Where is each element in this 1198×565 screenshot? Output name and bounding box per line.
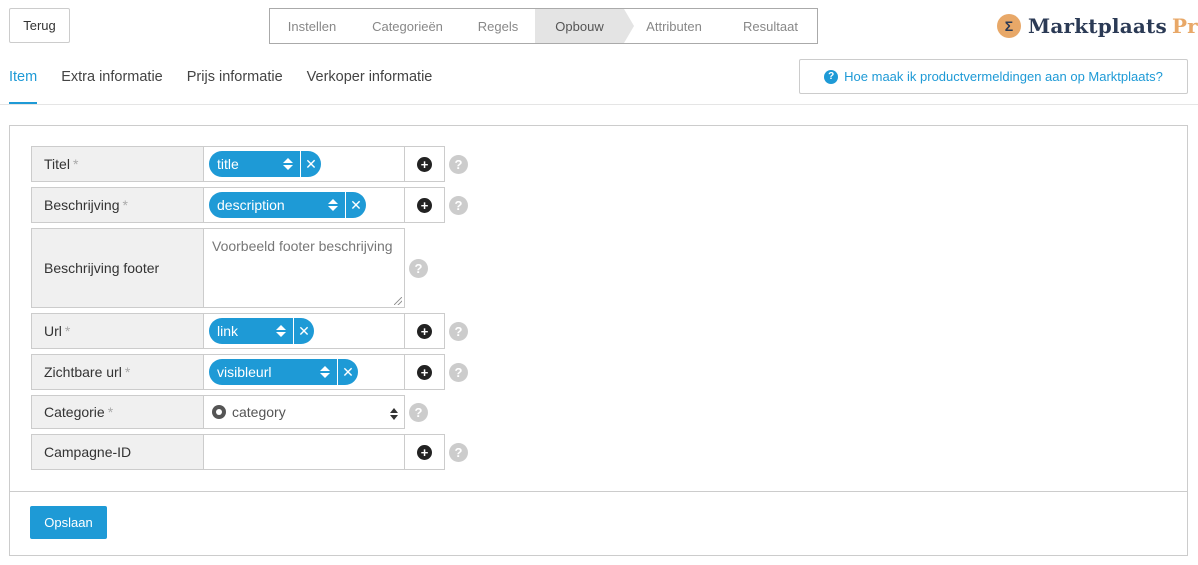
campagne-id-input[interactable] [204, 434, 405, 470]
question-circle-icon[interactable]: ? [409, 403, 428, 422]
tab-verkoper-informatie[interactable]: Verkoper informatie [307, 60, 433, 104]
step-regels[interactable]: Regels [461, 9, 535, 43]
question-circle-icon[interactable]: ? [449, 443, 468, 462]
field-label-text: Campagne-ID [44, 444, 132, 460]
categorie-select[interactable]: category [204, 395, 405, 429]
required-marker: * [107, 404, 114, 420]
sort-icon[interactable] [280, 158, 296, 170]
field-label-text: Titel [44, 156, 70, 172]
tab-prijs-informatie[interactable]: Prijs informatie [187, 60, 283, 104]
field-label: Beschrijving * [31, 187, 204, 223]
tabs-divider [0, 104, 1198, 105]
tab-bar: Item Extra informatie Prijs informatie V… [9, 60, 456, 104]
field-tag[interactable]: title ✕ [209, 151, 321, 177]
step-opbouw[interactable]: Opbouw [535, 9, 634, 43]
field-label-text: Beschrijving footer [44, 260, 160, 276]
add-field-button[interactable]: + [405, 187, 445, 223]
close-icon[interactable]: ✕ [345, 192, 366, 218]
required-marker: * [122, 197, 128, 213]
plus-circle-icon: + [417, 156, 432, 172]
required-marker: * [124, 364, 131, 380]
row-url: Url * link ✕ + [31, 313, 445, 349]
back-button[interactable]: Terug [9, 8, 70, 43]
row-zichtbare-url: Zichtbare url * visibleurl ✕ + [31, 354, 445, 390]
help-link-text: Hoe maak ik productvermeldingen aan op M… [844, 69, 1163, 84]
resize-handle-icon[interactable] [394, 297, 402, 305]
field-label-text: Beschrijving [44, 197, 120, 213]
question-circle-icon[interactable]: ? [449, 322, 468, 341]
logo-badge-icon: Σ [997, 14, 1021, 38]
row-campagne-id: Campagne-ID + [31, 434, 445, 470]
save-button[interactable]: Opslaan [30, 506, 107, 539]
beschrijving-input[interactable]: description ✕ [204, 187, 405, 223]
question-circle-icon[interactable]: ? [409, 259, 428, 278]
logo-text: Marktplaats [1028, 14, 1167, 38]
question-circle-icon[interactable]: ? [449, 196, 468, 215]
sort-icon[interactable] [273, 325, 289, 337]
row-beschrijving-footer: Beschrijving footer Voorbeeld footer bes… [31, 228, 405, 308]
field-label-text: Categorie [44, 404, 105, 420]
row-titel: Titel * title ✕ + [31, 146, 445, 182]
plus-circle-icon: + [417, 197, 432, 213]
beschrijving-footer-textarea[interactable]: Voorbeeld footer beschrijving [204, 228, 405, 308]
close-icon[interactable]: ✕ [293, 318, 314, 344]
sort-icon[interactable] [325, 199, 341, 211]
required-marker: * [64, 323, 71, 339]
row-beschrijving: Beschrijving * description ✕ + [31, 187, 445, 223]
form-panel: Titel * title ✕ + ? Beschrijving * descr… [9, 125, 1188, 556]
step-categorieen[interactable]: Categorieën [354, 9, 461, 43]
field-tag[interactable]: link ✕ [209, 318, 314, 344]
wizard-steps: Instellen Categorieën Regels Opbouw Attr… [269, 8, 818, 44]
add-field-button[interactable]: + [405, 146, 445, 182]
field-label: Campagne-ID [31, 434, 204, 470]
field-tag[interactable]: description ✕ [209, 192, 366, 218]
field-label: Url * [31, 313, 204, 349]
panel-divider [10, 491, 1187, 492]
help-link-button[interactable]: ? Hoe maak ik productvermeldingen aan op… [799, 59, 1188, 94]
close-icon[interactable]: ✕ [337, 359, 358, 385]
plus-circle-icon: + [417, 364, 432, 380]
add-field-button[interactable]: + [405, 434, 445, 470]
plus-circle-icon: + [417, 444, 432, 460]
question-circle-icon: ? [824, 69, 839, 84]
categorie-selected-value: category [232, 404, 286, 420]
logo-pro-text: Pro [1171, 14, 1198, 38]
field-tag-label: description [217, 197, 285, 213]
field-tag-label: title [217, 156, 239, 172]
field-tag-label: visibleurl [217, 364, 272, 380]
sort-icon[interactable] [317, 366, 333, 378]
question-circle-icon[interactable]: ? [449, 363, 468, 382]
select-arrows-icon [390, 408, 398, 420]
field-tag[interactable]: visibleurl ✕ [209, 359, 358, 385]
field-tag-label: link [217, 323, 239, 339]
marktplaats-pro-logo: Σ Marktplaats Pro [997, 11, 1198, 41]
titel-input[interactable]: title ✕ [204, 146, 405, 182]
field-label: Zichtbare url * [31, 354, 204, 390]
step-attributen[interactable]: Attributen [624, 9, 724, 43]
plus-circle-icon: + [417, 323, 432, 339]
question-circle-icon[interactable]: ? [449, 155, 468, 174]
gear-icon [212, 405, 226, 419]
textarea-placeholder: Voorbeeld footer beschrijving [212, 238, 393, 254]
step-instellen[interactable]: Instellen [270, 9, 354, 43]
row-categorie: Categorie * category [31, 395, 405, 429]
required-marker: * [72, 156, 79, 172]
tab-extra-informatie[interactable]: Extra informatie [61, 60, 163, 104]
add-field-button[interactable]: + [405, 354, 445, 390]
zichtbare-url-input[interactable]: visibleurl ✕ [204, 354, 405, 390]
close-icon[interactable]: ✕ [300, 151, 321, 177]
url-input[interactable]: link ✕ [204, 313, 405, 349]
tab-item[interactable]: Item [9, 60, 38, 104]
add-field-button[interactable]: + [405, 313, 445, 349]
field-label: Titel * [31, 146, 204, 182]
field-label: Beschrijving footer [31, 228, 204, 308]
field-label-text: Zichtbare url [44, 364, 122, 380]
step-resultaat[interactable]: Resultaat [724, 9, 817, 43]
field-label-text: Url [44, 323, 62, 339]
field-label: Categorie * [31, 395, 204, 429]
